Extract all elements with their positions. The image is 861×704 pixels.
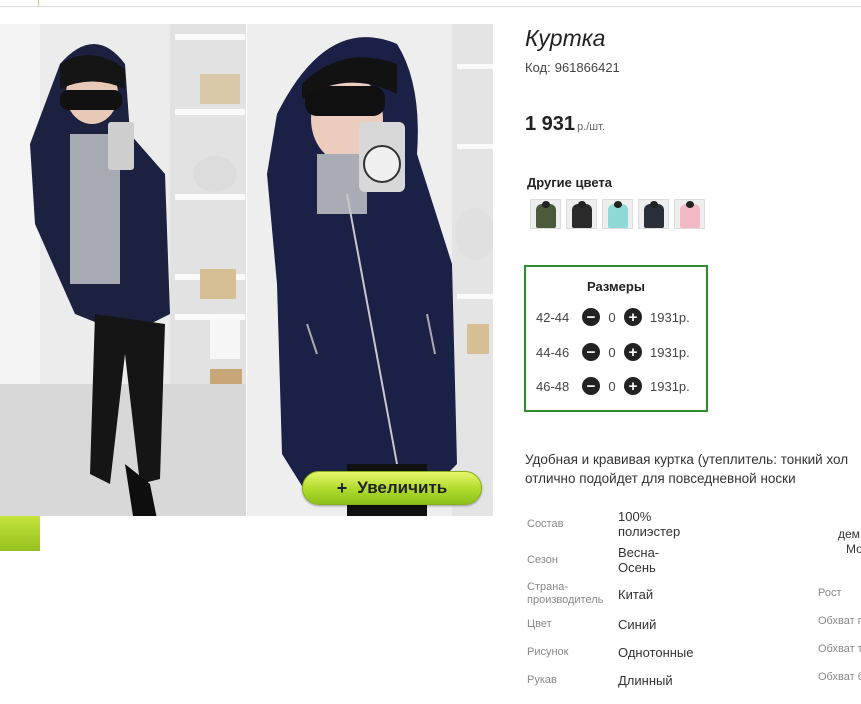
spec-value: Весна-Осень: [618, 545, 660, 575]
product-code: Код: 961866421: [525, 60, 620, 75]
side-green-tab[interactable]: [0, 515, 40, 551]
color-swatch-2[interactable]: [566, 199, 597, 229]
product-photo-2-image: [247, 24, 493, 516]
plus-icon: +: [336, 477, 348, 498]
plus-icon[interactable]: +: [624, 308, 642, 326]
size-row: 44-46 − 0 + 1931р.: [536, 342, 690, 362]
product-description: Удобная и кравивая куртка (утеплитель: т…: [525, 450, 861, 488]
product-title: Куртка: [525, 25, 606, 51]
size-row: 42-44 − 0 + 1931р.: [536, 307, 690, 327]
color-swatch-5[interactable]: [674, 199, 705, 229]
price-value: 1 931: [525, 113, 576, 135]
spec-right-label: Рост: [818, 587, 842, 599]
spec-value: Однотонные: [618, 645, 694, 660]
swatch-head: [686, 201, 694, 208]
product-photo-1-image: [0, 24, 246, 516]
minus-icon[interactable]: −: [582, 343, 600, 361]
spec-label: Рисунок: [527, 646, 569, 658]
zoom-button[interactable]: + Увеличить: [302, 471, 482, 505]
size-price: 1931р.: [650, 378, 690, 394]
sizes-panel: Размеры 42-44 − 0 + 1931р. 44-46 − 0 + 1…: [524, 265, 708, 412]
product-photo-2[interactable]: [247, 24, 493, 516]
plus-icon[interactable]: +: [624, 377, 642, 395]
sizes-title: Размеры: [587, 279, 645, 294]
swatch-head: [542, 201, 550, 208]
color-swatch-4[interactable]: [638, 199, 669, 229]
spec-right-label: Обхват б: [818, 671, 861, 683]
swatch-head: [614, 201, 622, 208]
swatch-head: [578, 201, 586, 208]
description-line: отлично подойдет для повседневной носки: [525, 471, 796, 486]
size-price: 1931р.: [650, 344, 690, 360]
spec-right-value: Мо: [846, 542, 861, 556]
spec-right-label: Обхват т: [818, 643, 861, 655]
zoom-button-label: Увеличить: [357, 478, 448, 497]
plus-icon[interactable]: +: [624, 343, 642, 361]
description-line: Удобная и кравивая куртка (утеплитель: т…: [525, 452, 849, 467]
spec-label: Состав: [527, 518, 564, 530]
spec-value: Длинный: [618, 673, 673, 688]
spec-label: Сезон: [527, 554, 558, 566]
size-quantity: 0: [608, 309, 616, 325]
spec-right-value: дем: [838, 527, 860, 541]
minus-icon[interactable]: −: [582, 308, 600, 326]
size-label: 42-44: [536, 309, 570, 325]
size-quantity: 0: [608, 378, 616, 394]
spec-label: Цвет: [527, 618, 552, 630]
size-row: 46-48 − 0 + 1931р.: [536, 376, 690, 396]
color-swatches: [530, 199, 705, 229]
header-divider: [0, 6, 861, 7]
spec-value: 100% полиэстер: [618, 509, 681, 539]
minus-icon[interactable]: −: [582, 377, 600, 395]
size-label: 44-46: [536, 344, 570, 360]
spec-label: Страна-производитель: [527, 581, 604, 606]
size-label: 46-48: [536, 378, 570, 394]
color-swatch-1[interactable]: [530, 199, 561, 229]
product-code-value: 961866421: [554, 60, 620, 75]
size-price: 1931р.: [650, 309, 690, 325]
swatch-head: [650, 201, 658, 208]
product-code-label: Код:: [525, 60, 551, 75]
size-quantity: 0: [608, 344, 616, 360]
spec-value: Китай: [618, 587, 654, 602]
other-colors-title: Другие цвета: [527, 175, 612, 190]
product-price: 1 931 р./шт.: [525, 113, 605, 136]
spec-label: Рукав: [527, 674, 557, 686]
spec-right-label: Обхват г: [818, 615, 861, 627]
spec-value: Синий: [618, 617, 657, 632]
product-photo-1[interactable]: [0, 24, 246, 516]
color-swatch-3[interactable]: [602, 199, 633, 229]
price-unit: р./шт.: [577, 121, 605, 133]
